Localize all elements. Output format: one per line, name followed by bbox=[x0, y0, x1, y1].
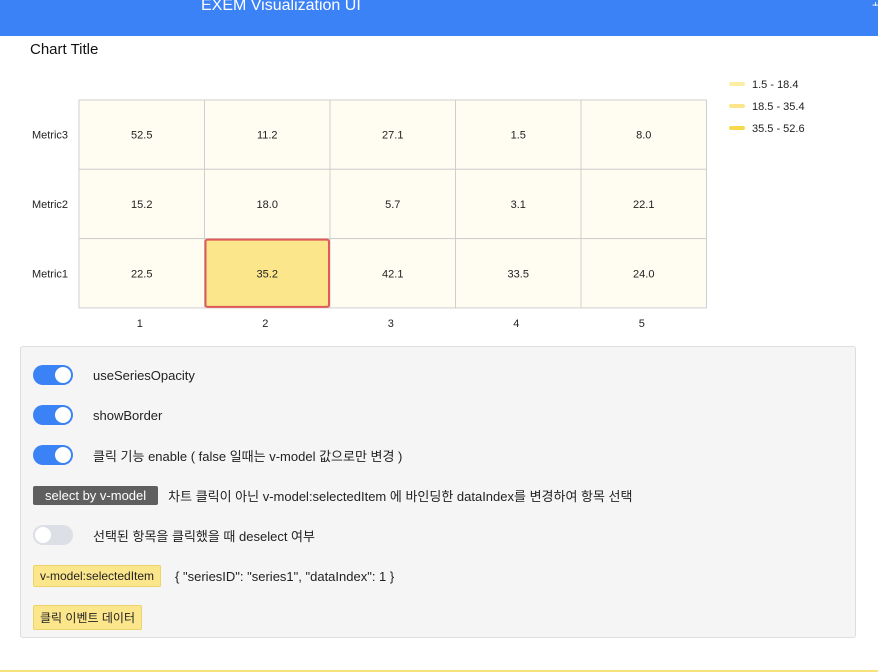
cell-value-label: 18.0 bbox=[257, 199, 278, 211]
legend-label[interactable]: 35.5 - 52.6 bbox=[752, 123, 805, 135]
cell-value-label: 15.2 bbox=[131, 199, 152, 211]
x-tick-label: 2 bbox=[262, 318, 268, 330]
show-border-label: showBorder bbox=[93, 407, 163, 423]
x-tick-label: 3 bbox=[388, 318, 394, 330]
cell-value-label: 1.5 bbox=[511, 130, 526, 142]
click-enable-toggle[interactable] bbox=[33, 445, 73, 465]
y-tick-label: Metric1 bbox=[32, 268, 68, 280]
toggle-knob bbox=[55, 367, 71, 383]
legend-label[interactable]: 18.5 - 35.4 bbox=[752, 101, 805, 113]
option-row-click-event: 클릭 이벤트 데이터 bbox=[33, 605, 156, 630]
menu-icon[interactable]: + bbox=[872, 0, 878, 6]
top-app-bar: EXEM Visualization UI + bbox=[0, 0, 878, 36]
option-row-vmodel: v-model:selectedItem { "seriesID": "seri… bbox=[33, 565, 394, 587]
app-title: EXEM Visualization UI bbox=[201, 0, 361, 14]
deselect-label: 선택된 항목을 클릭했을 때 deselect 여부 bbox=[93, 528, 315, 544]
cell-value-label: 8.0 bbox=[636, 130, 651, 142]
x-tick-label: 1 bbox=[137, 318, 143, 330]
heatmap-chart[interactable]: Metric3 52.5 11.2 27.1 1.5 8.0 Metric2 15.2 18.0… bbox=[0, 60, 878, 340]
toggle-knob bbox=[55, 447, 71, 463]
show-border-toggle[interactable] bbox=[33, 405, 73, 425]
use-series-opacity-label: useSeriesOpacity bbox=[93, 367, 195, 383]
x-tick-label: 4 bbox=[513, 318, 519, 330]
click-enable-label: 클릭 기능 enable ( false 일때는 v-model 값으로만 변경… bbox=[93, 448, 403, 464]
option-row-deselect: 선택된 항목을 클릭했을 때 deselect 여부 bbox=[33, 525, 315, 545]
legend-swatch bbox=[729, 126, 745, 130]
toggle-knob bbox=[55, 407, 71, 423]
select-by-vmodel-button[interactable]: select by v-model bbox=[33, 486, 159, 505]
toggle-knob bbox=[35, 527, 51, 543]
use-series-opacity-toggle[interactable] bbox=[33, 365, 73, 385]
option-row-border: showBorder bbox=[33, 405, 162, 425]
legend-swatch bbox=[729, 82, 745, 86]
cell-value-label: 22.1 bbox=[633, 199, 654, 211]
option-row-click: 클릭 기능 enable ( false 일때는 v-model 값으로만 변경… bbox=[33, 445, 402, 465]
deselect-toggle[interactable] bbox=[33, 525, 73, 545]
vmodel-selected-item-tag: v-model:selectedItem bbox=[33, 565, 162, 587]
option-row-select: select by v-model 차트 클릭이 아닌 v-model:sele… bbox=[33, 486, 632, 505]
option-row-opacity: useSeriesOpacity bbox=[33, 365, 195, 385]
y-tick-label: Metric2 bbox=[32, 199, 68, 211]
y-tick-label: Metric3 bbox=[32, 130, 68, 142]
cell-value-label: 3.1 bbox=[511, 199, 526, 211]
x-tick-label: 5 bbox=[639, 318, 645, 330]
cell-value-label: 27.1 bbox=[382, 130, 403, 142]
cell-value-label: 5.7 bbox=[385, 199, 400, 211]
cell-value-label: 33.5 bbox=[508, 268, 529, 280]
cell-value-label: 11.2 bbox=[257, 130, 278, 142]
cell-value-label: 24.0 bbox=[633, 268, 654, 280]
options-panel: useSeriesOpacity showBorder 클릭 기능 enable… bbox=[20, 346, 856, 638]
vmodel-selected-item-value: { "seriesID": "series1", "dataIndex": 1 … bbox=[175, 568, 395, 584]
cell-value-label: 22.5 bbox=[131, 268, 152, 280]
legend-swatch bbox=[729, 104, 745, 108]
cell-value-label: 52.5 bbox=[131, 130, 152, 142]
cell-value-label: 42.1 bbox=[382, 268, 403, 280]
cell-value-label: 35.2 bbox=[257, 268, 278, 280]
legend-label[interactable]: 1.5 - 18.4 bbox=[752, 79, 798, 91]
click-event-data-tag: 클릭 이벤트 데이터 bbox=[33, 605, 142, 630]
select-by-vmodel-description: 차트 클릭이 아닌 v-model:selectedItem 에 바인딩한 da… bbox=[168, 489, 633, 504]
chart-title: Chart Title bbox=[30, 41, 99, 58]
